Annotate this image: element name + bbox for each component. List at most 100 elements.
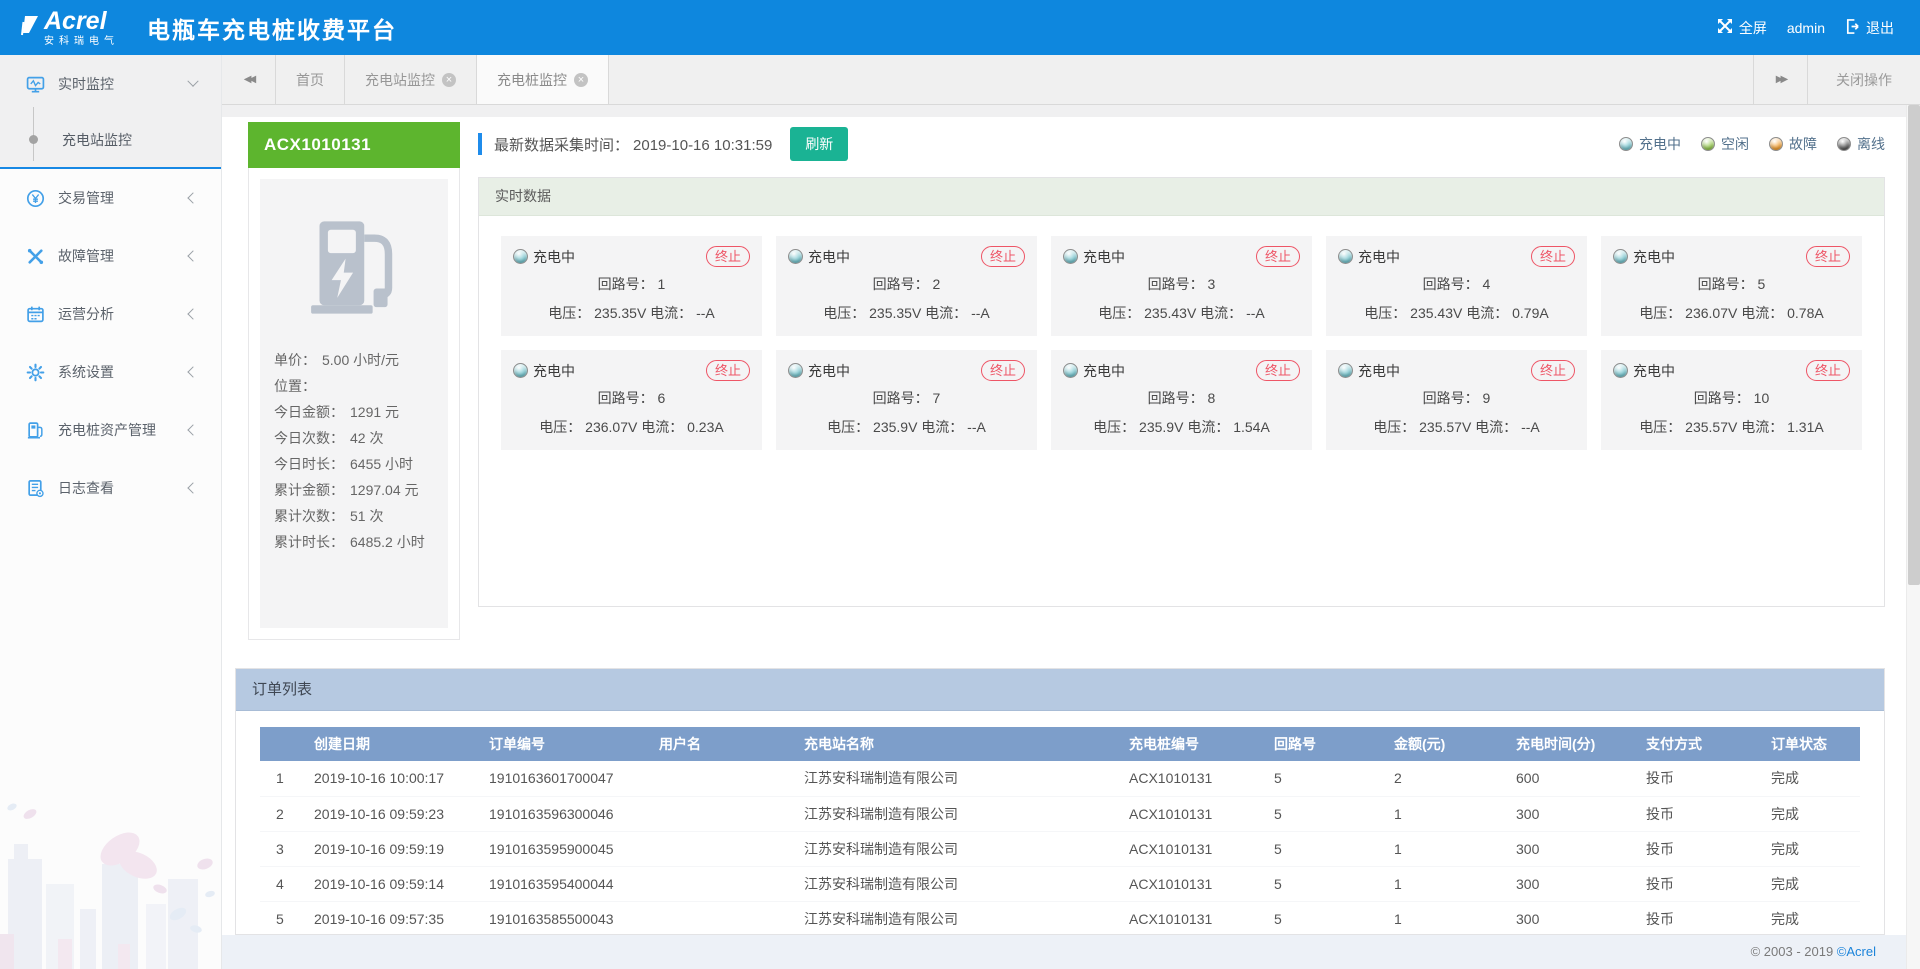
stat-label: 累计次数： [274,508,344,524]
sidebar-group-system-settings: 系统设置 [0,343,221,401]
stat-label: 单价： [274,352,316,368]
terminate-button[interactable]: 终止 [706,246,750,267]
table-cell: ACX1010131 [1123,901,1268,936]
row-index: 2 [260,796,308,831]
tabs-scroll-right-button[interactable]: ▶▶ [1753,55,1807,104]
legend-item: 空闲 [1701,134,1749,154]
user-menu[interactable]: admin [1787,20,1825,36]
refresh-button[interactable]: 刷新 [790,127,848,161]
terminate-button[interactable]: 终止 [1806,246,1850,267]
sidebar-group-realtime-monitor: 实时监控充电站监控 [0,55,221,169]
tab-pile-monitor[interactable]: 充电桩监控× [477,55,609,104]
table-row[interactable]: 52019-10-16 09:57:351910163585500043江苏安科… [260,901,1860,936]
acrel-logo: Acrel 安科瑞电气 [20,9,119,47]
orders-column-header: 充电桩编号 [1123,727,1268,761]
city-skyline-decoration [0,769,222,969]
table-cell [653,901,798,936]
logout-button[interactable]: 退出 [1845,18,1894,38]
charging-status-label: 充电中 [1633,247,1675,267]
legend-item: 离线 [1837,134,1885,154]
sidebar-item-fault-mgmt[interactable]: 故障管理 [0,227,221,285]
app-header: Acrel 安科瑞电气 电瓶车充电桩收费平台 全屏 admin 退出 [0,0,1920,55]
terminate-button[interactable]: 终止 [1531,246,1575,267]
chevron-icon [187,482,198,493]
device-stat: 累计次数：51 次 [274,503,434,529]
fault-icon [26,247,45,266]
table-cell: 5 [1268,831,1388,866]
chevron-icon [187,250,198,261]
circuit-card: 充电中终止回路号： 1电压： 235.35V 电流： --A [501,236,762,336]
charging-status-label: 充电中 [533,361,575,381]
charging-status-dot [1063,249,1078,264]
tabs-scroll-left-button[interactable]: ◀◀ [222,55,276,104]
table-row[interactable]: 42019-10-16 09:59:141910163595400044江苏安科… [260,866,1860,901]
sidebar-item-system-settings[interactable]: 系统设置 [0,343,221,401]
table-cell: 完成 [1765,901,1860,936]
sidebar-subitem-station-monitor[interactable]: 充电站监控 [0,113,221,167]
circuit-values: 电压： 235.43V 电流： --A [1063,303,1300,323]
orders-column-header: 用户名 [653,727,798,761]
transaction-icon [26,189,45,208]
terminate-button[interactable]: 终止 [1806,360,1850,381]
sidebar-item-transaction-mgmt[interactable]: 交易管理 [0,169,221,227]
terminate-button[interactable]: 终止 [1256,360,1300,381]
scrollbar-thumb[interactable] [1908,105,1920,585]
charging-status-dot [513,249,528,264]
logout-icon [1845,19,1860,37]
table-row[interactable]: 12019-10-16 10:00:171910163601700047江苏安科… [260,761,1860,796]
table-cell: ACX1010131 [1123,866,1268,901]
sidebar-item-operation-analysis[interactable]: 运营分析 [0,285,221,343]
tab-home[interactable]: 首页 [276,55,345,104]
table-cell: 5 [1268,761,1388,796]
circuit-number: 回路号： 5 [1613,274,1850,294]
circuit-card-top: 充电中 终止 [1338,360,1575,381]
circuit-values: 电压： 235.57V 电流： --A [1338,417,1575,437]
sidebar-item-pile-asset-mgmt[interactable]: 充电桩资产管理 [0,401,221,459]
terminate-button[interactable]: 终止 [1256,246,1300,267]
vertical-scrollbar[interactable] [1906,105,1920,969]
circuit-number: 回路号： 4 [1338,274,1575,294]
brand-link[interactable]: ©Acrel [1837,944,1876,959]
charging-status-label: 充电中 [1358,361,1400,381]
table-cell: 1910163601700047 [483,761,653,796]
tab-close-icon[interactable]: × [574,73,588,87]
circuit-card-top: 充电中终止 [1613,360,1850,381]
orders-panel: 订单列表 创建日期订单编号用户名充电站名称充电桩编号回路号金额(元)充电时间(分… [235,668,1885,935]
terminate-button[interactable]: 终止 [706,360,750,381]
circuit-values: 电压： 235.9V 电流： 1.54A [1063,417,1300,437]
settings-icon [26,363,45,382]
table-cell: 投币 [1640,761,1765,796]
table-row[interactable]: 32019-10-16 09:59:191910163595900045江苏安科… [260,831,1860,866]
status-dot [1701,137,1715,151]
table-cell: 江苏安科瑞制造有限公司 [798,866,1123,901]
sidebar-item-log-view[interactable]: 日志查看 [0,459,221,517]
sidebar: 实时监控充电站监控交易管理故障管理运营分析系统设置充电桩资产管理日志查看 [0,55,222,969]
table-cell: 5 [1268,866,1388,901]
collect-time-label: 最新数据采集时间： [494,137,629,154]
fullscreen-button[interactable]: 全屏 [1717,18,1767,38]
terminate-button[interactable]: 终止 [981,360,1025,381]
table-cell: 江苏安科瑞制造有限公司 [798,796,1123,831]
terminate-button[interactable]: 终止 [981,246,1025,267]
charging-status-dot [513,363,528,378]
close-operations-button[interactable]: 关闭操作 [1807,55,1920,104]
footer: © 2003 - 2019 ©Acrel [222,935,1906,969]
circuit-card: 充电中终止回路号： 10电压： 235.57V 电流： 1.31A [1601,350,1862,450]
table-cell: 2019-10-16 09:57:35 [308,901,483,936]
terminate-button[interactable]: 终止 [1531,360,1575,381]
sidebar-item-realtime-monitor[interactable]: 实时监控 [0,55,221,113]
device-stat: 今日金额：1291 元 [274,399,434,425]
tab-station-monitor[interactable]: 充电站监控× [345,55,477,104]
table-cell [653,866,798,901]
circuit-card-top: 充电中 终止 [513,360,750,381]
table-cell: 2 [1388,761,1510,796]
table-row[interactable]: 22019-10-16 09:59:231910163596300046江苏安科… [260,796,1860,831]
circuit-values: 电压： 235.43V 电流： 0.79A [1338,303,1575,323]
table-cell: 1 [1388,901,1510,936]
row-index: 1 [260,761,308,796]
circuit-values: 电压： 235.9V 电流： --A [788,417,1025,437]
chevron-icon [187,76,198,87]
tab-close-icon[interactable]: × [442,73,456,87]
circuit-number: 回路号： 3 [1063,274,1300,294]
status-dot [1769,137,1783,151]
